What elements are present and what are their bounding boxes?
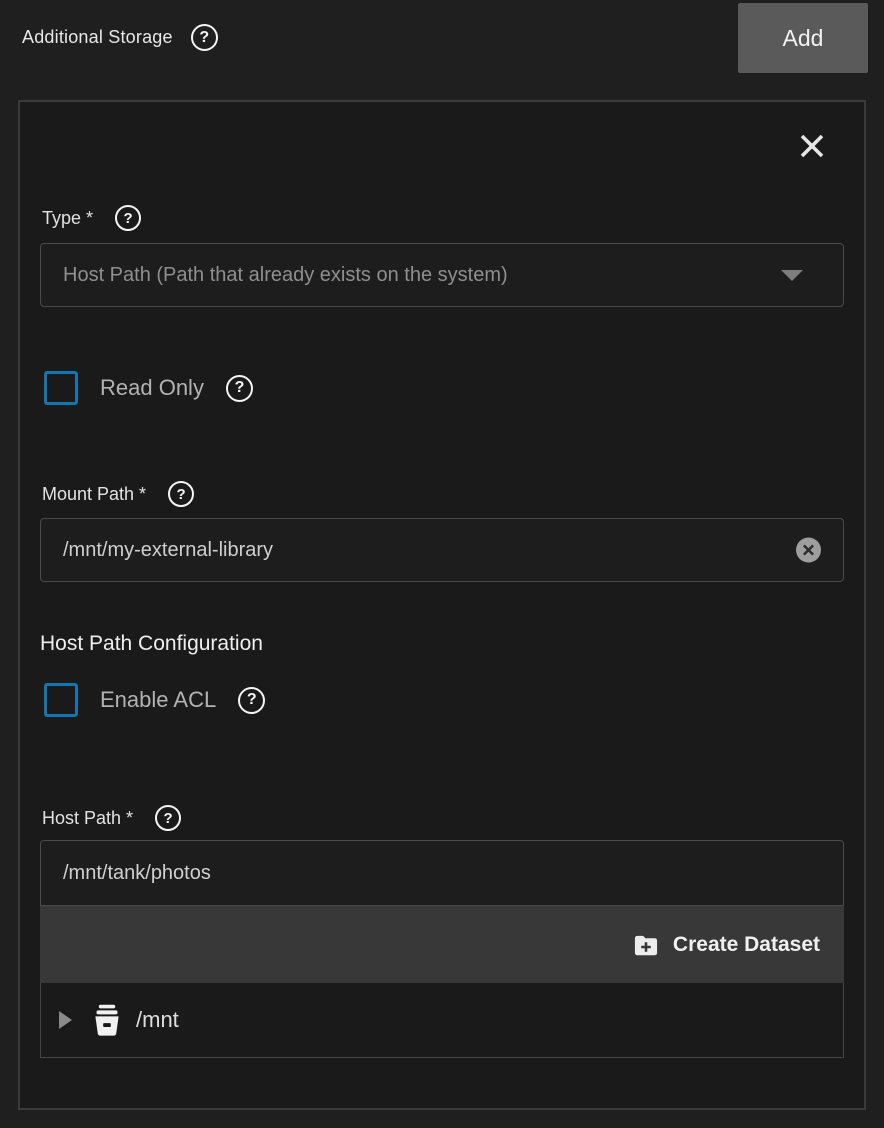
enable-acl-help-icon[interactable]: ?	[238, 687, 265, 714]
add-button[interactable]: Add	[738, 3, 868, 73]
enable-acl-label: Enable ACL	[100, 687, 216, 713]
mount-path-input-box	[40, 518, 844, 582]
read-only-help-icon[interactable]: ?	[226, 375, 253, 402]
chevron-down-icon	[781, 270, 803, 281]
type-help-icon[interactable]: ?	[115, 205, 141, 231]
dataset-icon	[90, 1003, 124, 1037]
page-header: Additional Storage ? Add	[0, 0, 884, 100]
tree-label-mnt: /mnt	[136, 1007, 179, 1033]
mount-path-input[interactable]	[41, 519, 843, 581]
clear-icon[interactable]	[796, 538, 821, 563]
close-row	[40, 130, 828, 162]
page-title: Additional Storage	[22, 27, 173, 48]
host-path-explorer: Create Dataset /mnt	[40, 840, 844, 1058]
type-label: Type *	[42, 208, 93, 229]
mount-path-label: Mount Path *	[42, 484, 146, 505]
host-path-input[interactable]	[41, 841, 843, 905]
expand-arrow-icon[interactable]	[59, 1011, 72, 1029]
mount-path-help-icon[interactable]: ?	[168, 481, 194, 507]
host-path-label: Host Path *	[42, 808, 133, 829]
additional-storage-help-icon[interactable]: ?	[191, 24, 218, 51]
type-select-value: Host Path (Path that already exists on t…	[63, 264, 781, 287]
read-only-row: Read Only ?	[44, 371, 844, 405]
mount-path-label-row: Mount Path * ?	[42, 481, 844, 507]
read-only-checkbox[interactable]	[44, 371, 78, 405]
host-path-label-row: Host Path * ?	[42, 805, 844, 831]
create-dataset-button[interactable]: Create Dataset	[632, 931, 820, 959]
folder-plus-icon	[632, 931, 660, 959]
host-path-input-box	[40, 840, 844, 906]
explorer-tree: /mnt	[40, 983, 844, 1058]
type-select[interactable]: Host Path (Path that already exists on t…	[40, 243, 844, 307]
tree-row-mnt[interactable]: /mnt	[41, 1003, 179, 1037]
enable-acl-checkbox[interactable]	[44, 683, 78, 717]
create-dataset-label: Create Dataset	[673, 933, 820, 957]
read-only-label: Read Only	[100, 375, 204, 401]
page-title-row: Additional Storage ?	[22, 24, 218, 51]
enable-acl-row: Enable ACL ?	[44, 683, 844, 717]
host-path-help-icon[interactable]: ?	[155, 805, 181, 831]
close-icon[interactable]	[796, 130, 828, 162]
additional-storage-card: Type * ? Host Path (Path that already ex…	[18, 100, 866, 1110]
explorer-toolbar: Create Dataset	[40, 906, 844, 983]
host-path-configuration-heading: Host Path Configuration	[40, 632, 844, 656]
type-label-row: Type * ?	[42, 205, 844, 231]
